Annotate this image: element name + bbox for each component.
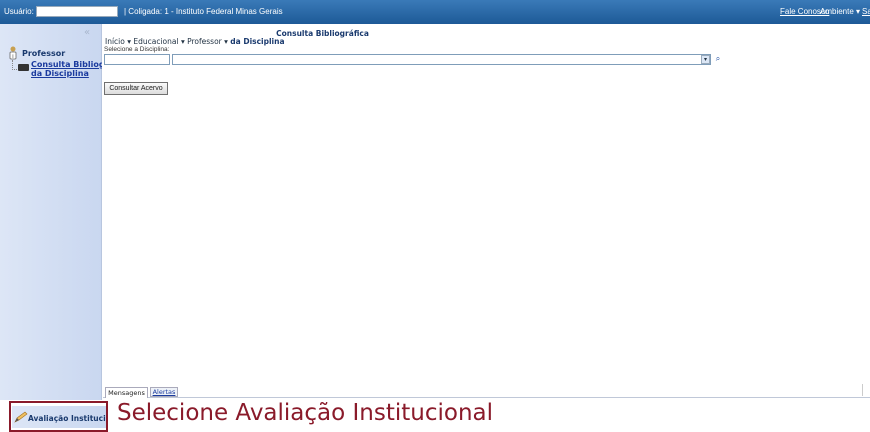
- tree-connector: [12, 60, 17, 70]
- instruction-caption: Selecione Avaliação Institucional: [117, 400, 494, 426]
- sair-link[interactable]: Sa: [862, 7, 870, 16]
- sidebar: « i Professor Consulta Bibliogr da Disci…: [0, 24, 102, 400]
- collapse-sidebar-icon[interactable]: «: [84, 27, 90, 38]
- sidebar-item-professor[interactable]: Professor: [22, 49, 65, 58]
- consultar-acervo-button[interactable]: Consultar Acervo: [104, 82, 168, 95]
- panel-edge: [862, 384, 870, 396]
- disciplina-select[interactable]: [172, 54, 711, 65]
- disciplina-field-label: Selecione a Disciplina:: [104, 46, 170, 53]
- professor-icon: i: [9, 46, 17, 60]
- top-bar: Usuário: | Coligada: 1 - Instituto Feder…: [0, 0, 870, 24]
- sidebar-item-consulta-bibliografica[interactable]: Consulta Bibliogr da Disciplina: [31, 60, 102, 78]
- ambiente-menu[interactable]: Ambiente ▾: [820, 7, 860, 16]
- consulta-line2: da Disciplina: [31, 69, 89, 78]
- user-label: Usuário:: [4, 7, 34, 16]
- chevron-down-icon[interactable]: ▾: [701, 55, 710, 64]
- search-icon[interactable]: ⌕: [713, 54, 723, 65]
- tabs-divider: [103, 397, 870, 398]
- highlight-box: [9, 401, 108, 432]
- book-icon: [18, 64, 29, 71]
- tab-alertas[interactable]: Alertas: [150, 387, 178, 397]
- breadcrumb[interactable]: Início ▾ Educacional ▾ Professor ▾ da Di…: [105, 37, 285, 46]
- breadcrumb-menus[interactable]: Início ▾ Educacional ▾ Professor ▾: [105, 37, 228, 46]
- coligada-info: | Coligada: 1 - Instituto Federal Minas …: [124, 7, 283, 16]
- page-title-line2: da Disciplina: [230, 37, 285, 46]
- user-field[interactable]: [36, 6, 118, 17]
- consulta-line1: Consulta Bibliogr: [31, 60, 102, 69]
- disciplina-code-input[interactable]: [104, 54, 170, 65]
- tab-mensagens[interactable]: Mensagens: [105, 387, 148, 398]
